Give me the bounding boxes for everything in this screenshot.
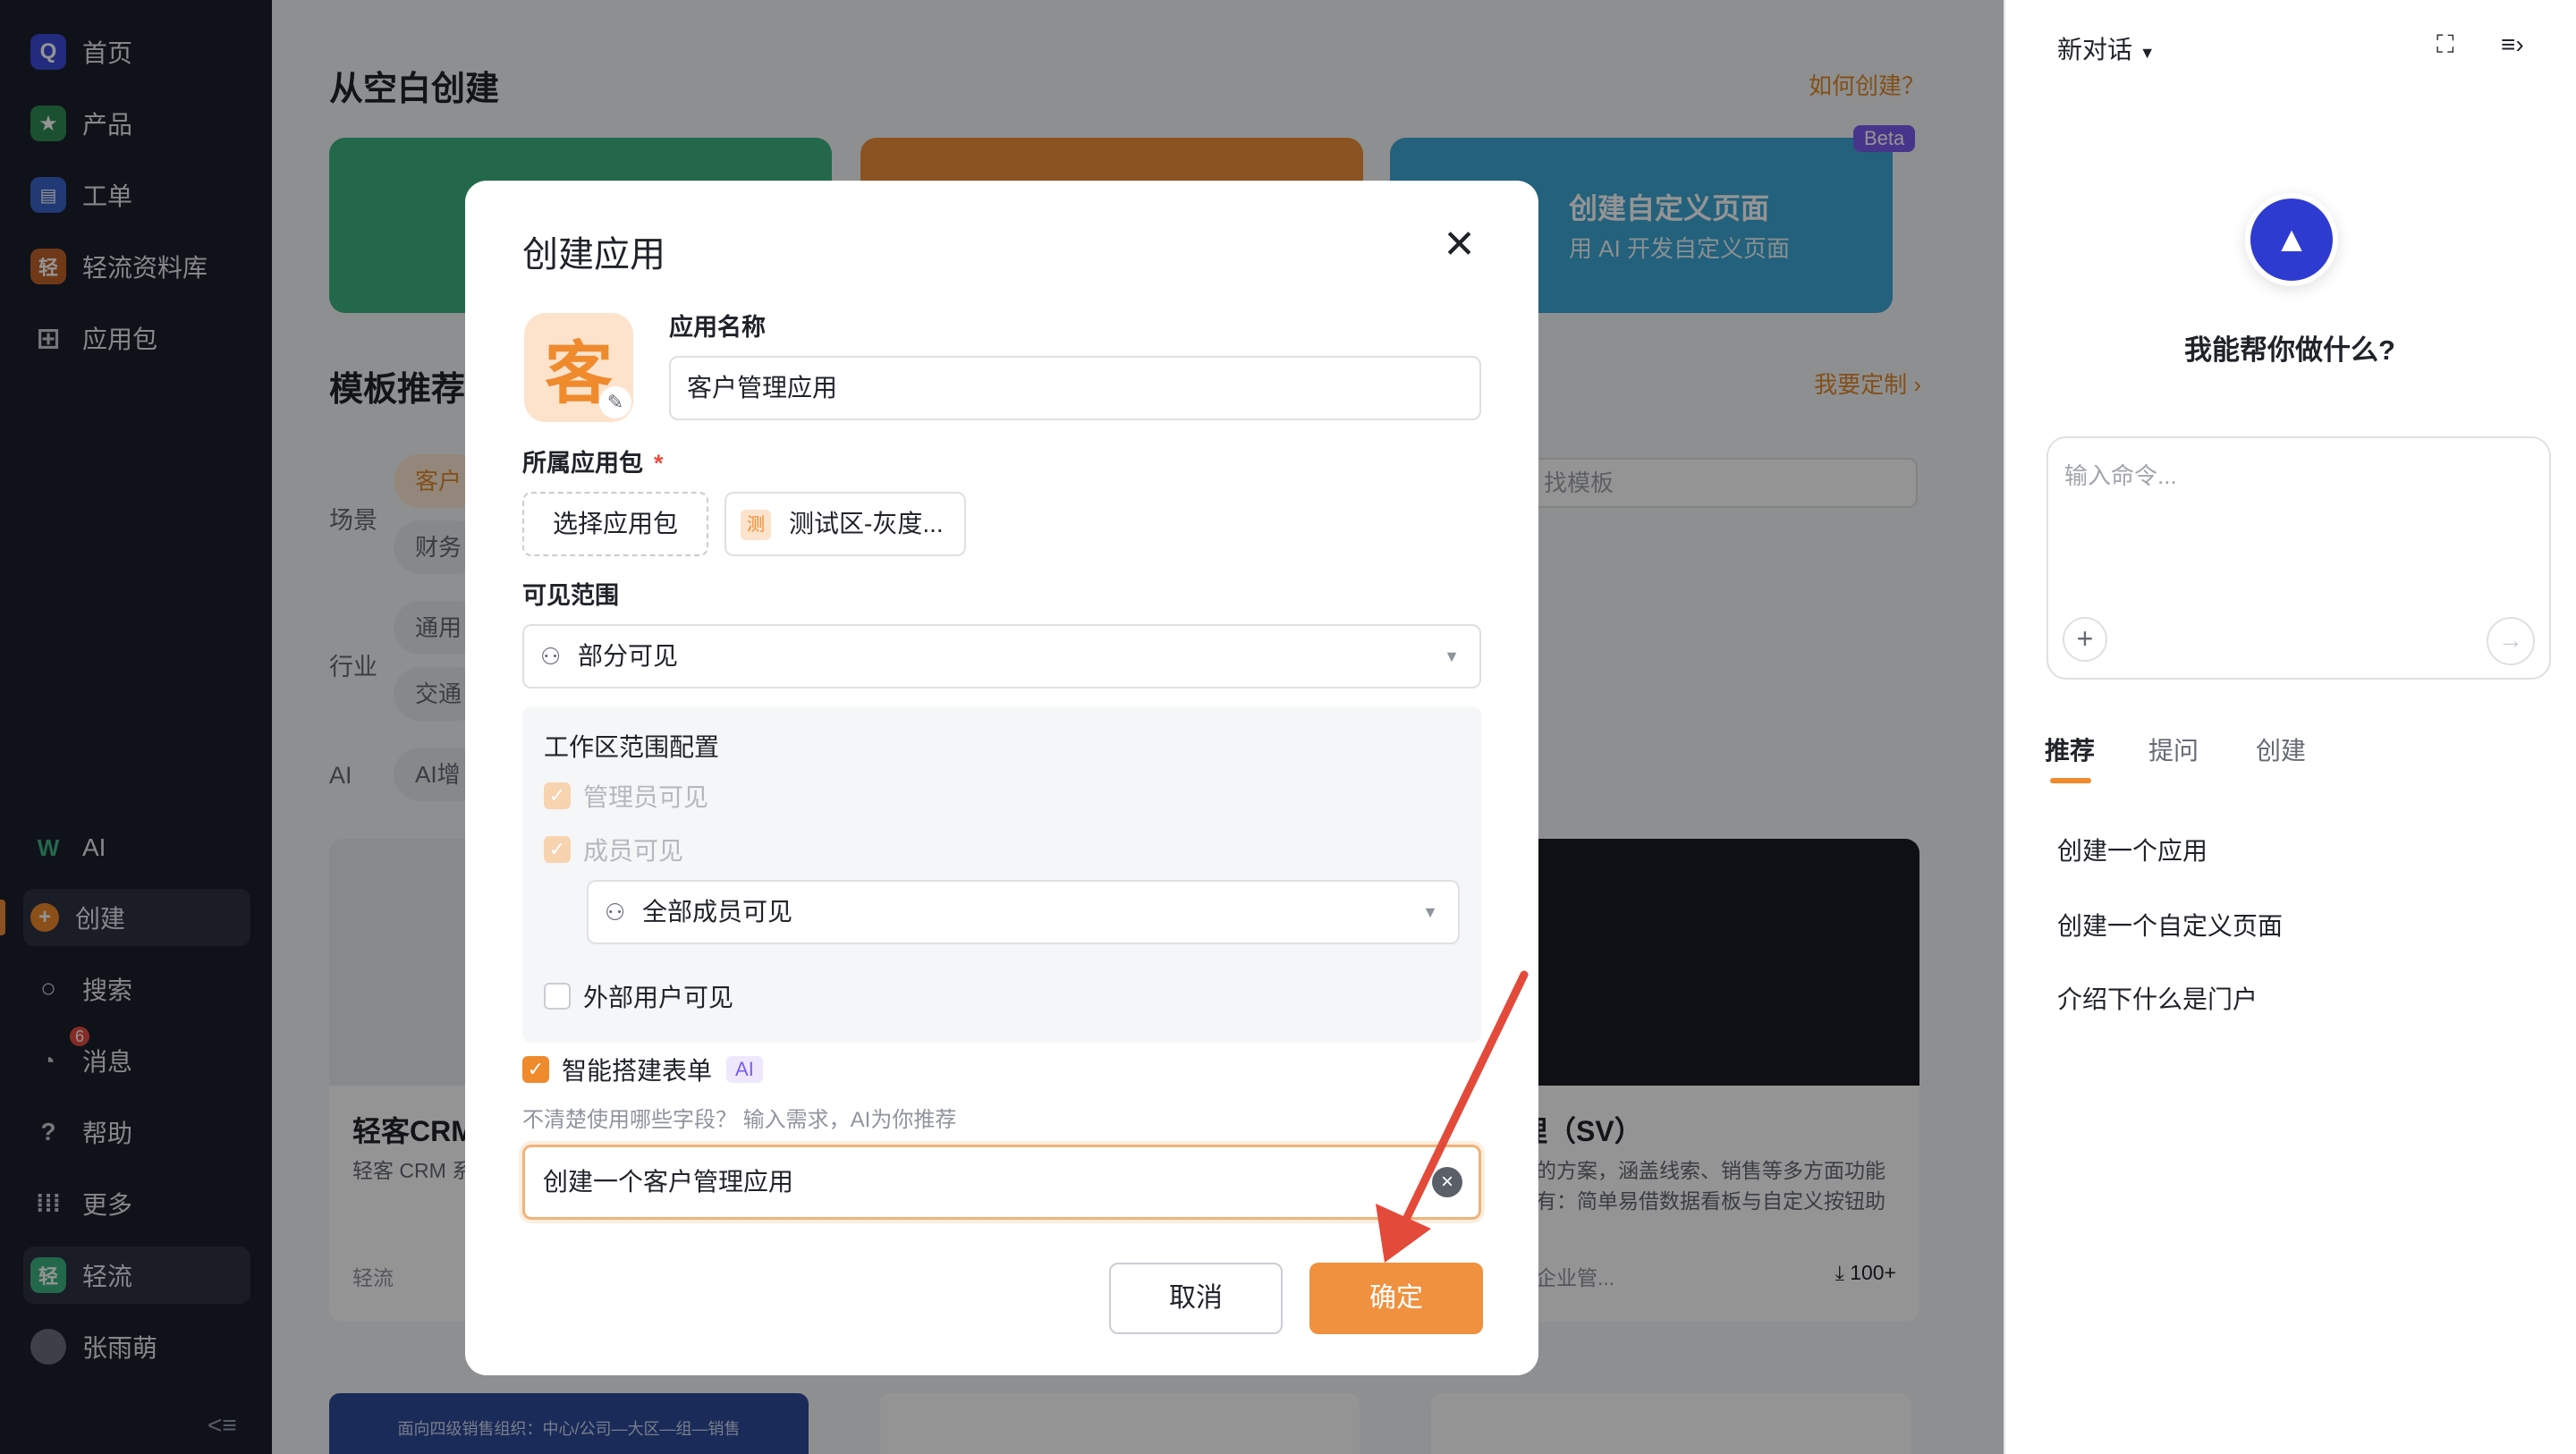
annotation-arrow: [1376, 970, 1529, 1263]
